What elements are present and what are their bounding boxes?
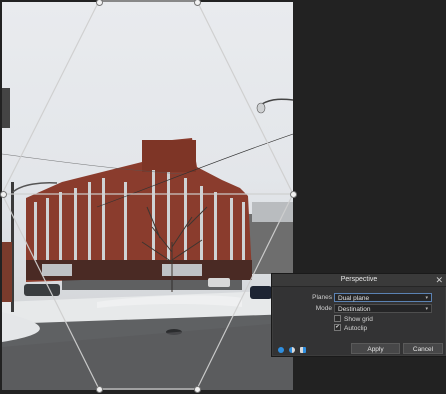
mode-label: Mode — [315, 305, 332, 312]
dialog-title-bar: Perspective ✕ — [272, 274, 446, 287]
close-icon[interactable]: ✕ — [435, 274, 443, 286]
autoclip-checkbox[interactable]: ✔ Autoclip — [334, 323, 368, 333]
plane-half-icon[interactable] — [288, 347, 295, 354]
perspective-handle-bottom-left[interactable] — [96, 386, 103, 393]
mode-row: Mode Destination ▾ — [272, 304, 446, 314]
mode-dropdown[interactable]: Destination ▾ — [334, 304, 432, 313]
show-grid-label: Show grid — [344, 316, 373, 323]
perspective-handle-mid-left[interactable] — [0, 191, 7, 198]
perspective-handle-bottom-right[interactable] — [194, 386, 201, 393]
planes-dropdown[interactable]: Dual plane ▾ — [334, 293, 432, 302]
planes-row: Planes Dual plane ▾ — [272, 293, 446, 303]
chevron-down-icon: ▾ — [425, 295, 428, 301]
photo-scene — [2, 88, 293, 390]
apply-button[interactable]: Apply — [351, 343, 400, 354]
dialog-title: Perspective — [340, 276, 378, 283]
autoclip-label: Autoclip — [344, 325, 368, 332]
plane-blue-icon[interactable] — [278, 347, 284, 354]
checkbox-box — [334, 314, 341, 322]
perspective-handle-mid-right[interactable] — [290, 191, 297, 198]
planes-value: Dual plane — [338, 295, 370, 302]
checkmark-icon: ✔ — [334, 323, 341, 331]
planes-label: Planes — [312, 294, 332, 301]
plane-split-icon[interactable] — [299, 347, 306, 354]
cancel-button[interactable]: Cancel — [403, 343, 443, 354]
photo[interactable] — [2, 2, 293, 390]
chevron-down-icon: ▾ — [425, 306, 428, 312]
mode-icons — [278, 345, 308, 356]
show-grid-checkbox[interactable]: Show grid — [334, 314, 373, 324]
perspective-dialog: Perspective ✕ Planes Dual plane ▾ Mode D… — [271, 273, 446, 357]
mode-value: Destination — [338, 306, 371, 313]
